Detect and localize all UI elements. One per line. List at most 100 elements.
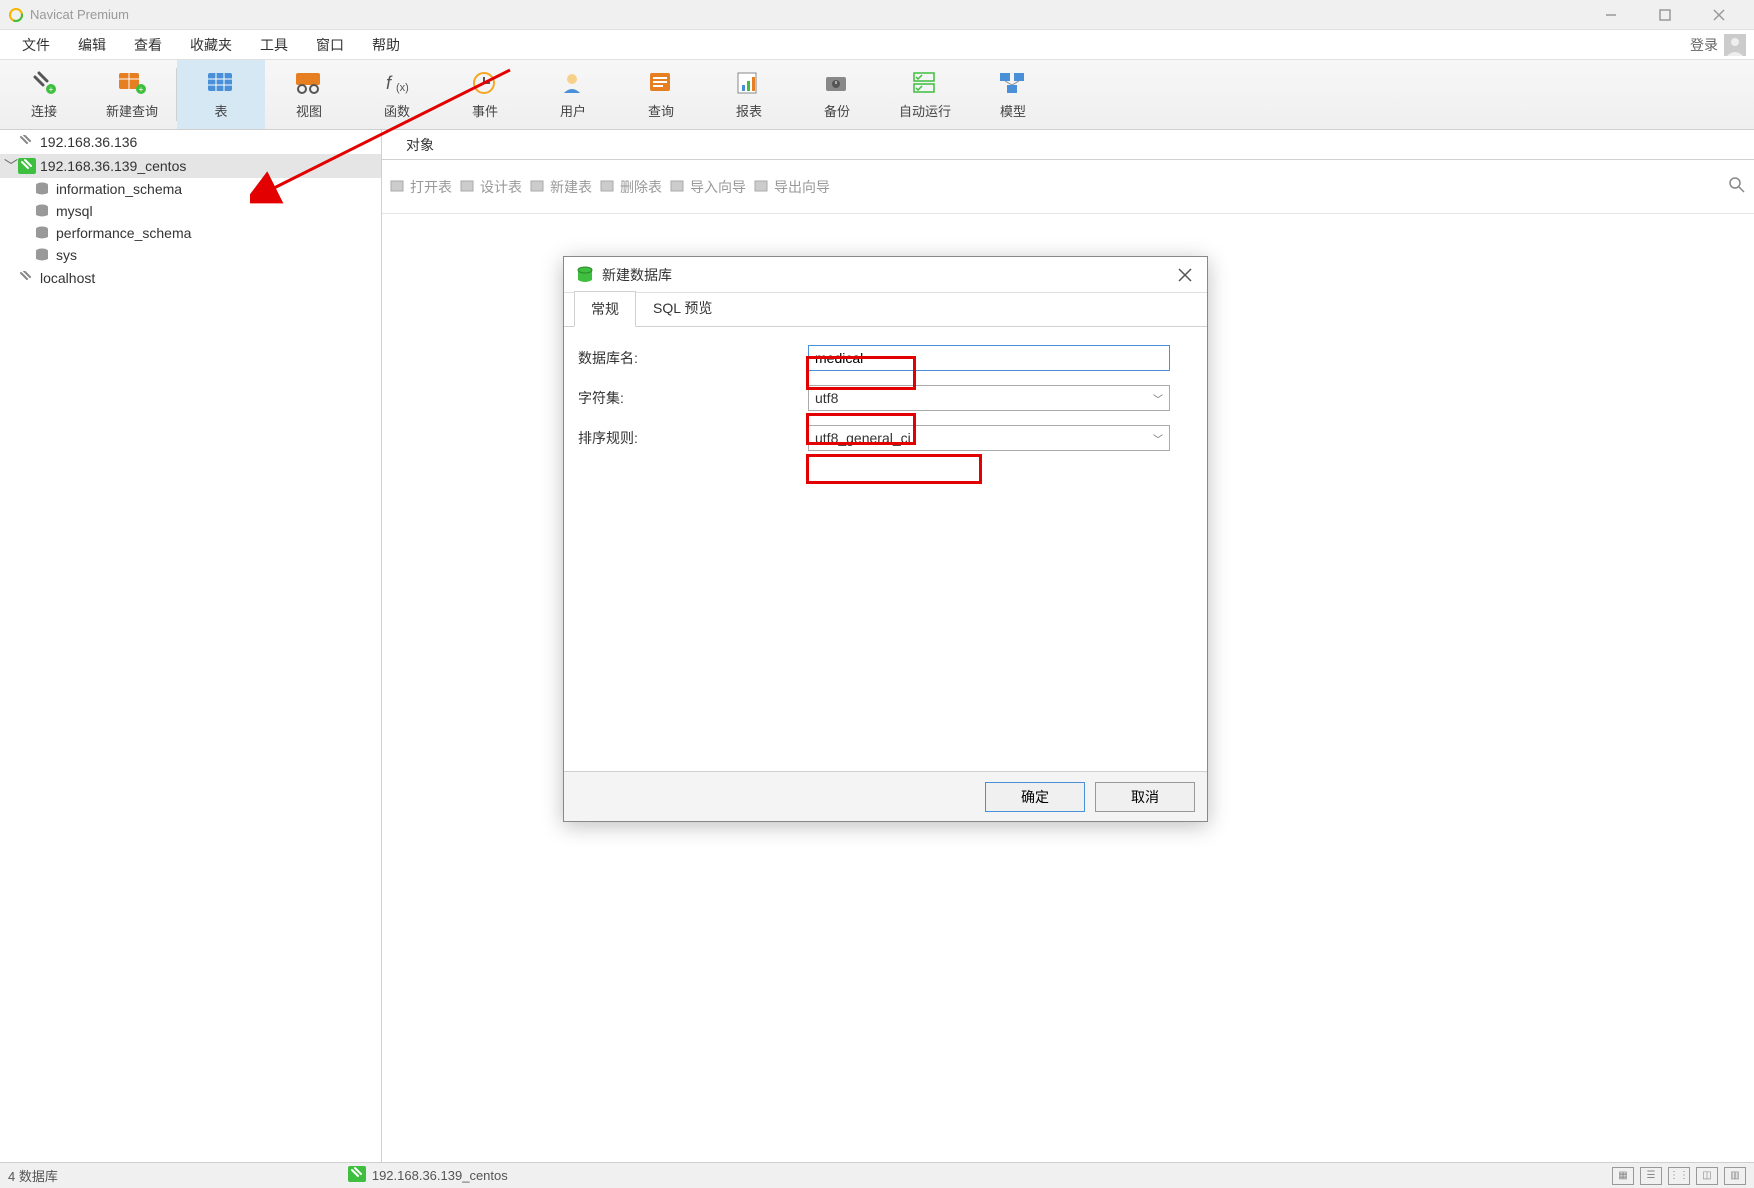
query-icon bbox=[646, 69, 676, 97]
database-item[interactable]: mysql bbox=[0, 200, 381, 222]
database-icon bbox=[576, 266, 594, 284]
toolbar-label: 新建查询 bbox=[106, 101, 158, 120]
plug-icon: + bbox=[29, 69, 59, 97]
view-grid-icon[interactable]: ▦ bbox=[1612, 1167, 1634, 1185]
function-icon: f(x) bbox=[382, 69, 412, 97]
toolbar-label: 自动运行 bbox=[899, 101, 951, 120]
dialog-body: 数据库名: 字符集: utf8 ﹀ 排序规则: utf8_general_ci … bbox=[564, 327, 1207, 771]
user-icon bbox=[558, 69, 588, 97]
report-icon bbox=[734, 69, 764, 97]
toolbar-query[interactable]: 查询 bbox=[617, 60, 705, 129]
database-label: performance_schema bbox=[56, 225, 191, 241]
database-item[interactable]: information_schema bbox=[0, 178, 381, 200]
chevron-down-icon[interactable]: ﹀ bbox=[4, 156, 18, 176]
connection-item[interactable]: 192.168.36.136 bbox=[0, 130, 381, 154]
window-close-icon[interactable] bbox=[1704, 0, 1734, 30]
label-collation: 排序规则: bbox=[578, 428, 808, 448]
toolbar-model[interactable]: 模型 bbox=[969, 60, 1057, 129]
database-label: sys bbox=[56, 247, 77, 263]
toolbar-user[interactable]: 用户 bbox=[529, 60, 617, 129]
database-item[interactable]: performance_schema bbox=[0, 222, 381, 244]
window-minimize-icon[interactable] bbox=[1596, 0, 1626, 30]
collation-value: utf8_general_ci bbox=[815, 430, 1153, 446]
open-table-button[interactable]: 打开表 bbox=[390, 177, 452, 197]
connection-label: 192.168.36.139_centos bbox=[40, 158, 186, 174]
plug-icon bbox=[18, 134, 36, 150]
new-database-dialog: 新建数据库 常规 SQL 预览 数据库名: 字符集: utf8 ﹀ 排序规则: … bbox=[563, 256, 1208, 822]
search-icon[interactable] bbox=[1728, 176, 1746, 197]
new-table-button[interactable]: 新建表 bbox=[530, 177, 592, 197]
tab-sql-preview[interactable]: SQL 预览 bbox=[636, 290, 729, 326]
database-label: information_schema bbox=[56, 181, 182, 197]
menu-favorites[interactable]: 收藏夹 bbox=[176, 31, 246, 59]
svg-text:f: f bbox=[386, 73, 393, 93]
tab-label: 对象 bbox=[406, 135, 434, 155]
status-connection: 192.168.36.139_centos bbox=[372, 1168, 508, 1183]
delete-table-button[interactable]: 删除表 bbox=[600, 177, 662, 197]
dialog-footer: 确定 取消 bbox=[564, 771, 1207, 821]
automation-icon bbox=[910, 69, 940, 97]
toolbar-table[interactable]: 表 bbox=[177, 60, 265, 129]
tab-general[interactable]: 常规 bbox=[574, 291, 636, 327]
menu-tools[interactable]: 工具 bbox=[246, 31, 302, 59]
view-side-icon[interactable]: ▥ bbox=[1724, 1167, 1746, 1185]
database-name-input[interactable] bbox=[808, 345, 1170, 371]
menu-view[interactable]: 查看 bbox=[120, 31, 176, 59]
menu-edit[interactable]: 编辑 bbox=[64, 31, 120, 59]
chevron-down-icon: ﹀ bbox=[1153, 391, 1163, 406]
toolbar-label: 函数 bbox=[384, 101, 410, 120]
view-panel-icon[interactable]: ◫ bbox=[1696, 1167, 1718, 1185]
cancel-button[interactable]: 取消 bbox=[1095, 782, 1195, 812]
ok-button[interactable]: 确定 bbox=[985, 782, 1085, 812]
connection-item[interactable]: localhost bbox=[0, 266, 381, 290]
toolbar-label: 报表 bbox=[736, 101, 762, 120]
toolbar-new-query[interactable]: + 新建查询 bbox=[88, 60, 176, 129]
user-avatar-icon[interactable] bbox=[1724, 34, 1746, 56]
app-logo-icon bbox=[8, 7, 24, 23]
toolbar-backup[interactable]: 备份 bbox=[793, 60, 881, 129]
collation-select[interactable]: utf8_general_ci ﹀ bbox=[808, 425, 1170, 451]
menu-file[interactable]: 文件 bbox=[8, 31, 64, 59]
label-db-name: 数据库名: bbox=[578, 348, 808, 368]
toolbar-event[interactable]: 事件 bbox=[441, 60, 529, 129]
toolbar-label: 模型 bbox=[1000, 101, 1026, 120]
status-db-count: 4 数据库 bbox=[8, 1166, 58, 1185]
table-icon bbox=[206, 69, 236, 97]
svg-text:(x): (x) bbox=[396, 82, 409, 94]
toolbar-report[interactable]: 报表 bbox=[705, 60, 793, 129]
view-list-icon[interactable]: ☰ bbox=[1640, 1167, 1662, 1185]
export-wizard-button[interactable]: 导出向导 bbox=[754, 177, 830, 197]
object-tab[interactable]: 对象 bbox=[382, 130, 1754, 160]
menu-window[interactable]: 窗口 bbox=[302, 31, 358, 59]
toolbar-view[interactable]: 视图 bbox=[265, 60, 353, 129]
view-detail-icon[interactable]: ⋮⋮ bbox=[1668, 1167, 1690, 1185]
toolbar-label: 用户 bbox=[560, 101, 586, 120]
connection-label: localhost bbox=[40, 270, 95, 286]
menu-help[interactable]: 帮助 bbox=[358, 31, 414, 59]
charset-select[interactable]: utf8 ﹀ bbox=[808, 385, 1170, 411]
model-icon bbox=[998, 69, 1028, 97]
main-toolbar: + 连接 + 新建查询 表 视图 f(x) 函数 事件 用户 查询 报表 备份 … bbox=[0, 60, 1754, 130]
dialog-titlebar[interactable]: 新建数据库 bbox=[564, 257, 1207, 293]
clock-icon bbox=[470, 69, 500, 97]
connection-item-active[interactable]: ﹀ 192.168.36.139_centos bbox=[0, 154, 381, 178]
dialog-title: 新建数据库 bbox=[602, 265, 1175, 285]
toolbar-label: 查询 bbox=[648, 101, 674, 120]
toolbar-function[interactable]: f(x) 函数 bbox=[353, 60, 441, 129]
table-plus-icon: + bbox=[117, 69, 147, 97]
toolbar-automation[interactable]: 自动运行 bbox=[881, 60, 969, 129]
view-icon bbox=[294, 69, 324, 97]
database-item[interactable]: sys bbox=[0, 244, 381, 266]
app-title: Navicat Premium bbox=[30, 7, 1596, 22]
dialog-close-icon[interactable] bbox=[1175, 265, 1195, 285]
svg-text:+: + bbox=[49, 85, 54, 94]
login-link[interactable]: 登录 bbox=[1690, 35, 1718, 55]
design-table-button[interactable]: 设计表 bbox=[460, 177, 522, 197]
import-wizard-button[interactable]: 导入向导 bbox=[670, 177, 746, 197]
connection-label: 192.168.36.136 bbox=[40, 134, 137, 150]
toolbar-label: 事件 bbox=[472, 101, 498, 120]
database-icon bbox=[34, 182, 52, 196]
window-maximize-icon[interactable] bbox=[1650, 0, 1680, 30]
plug-icon bbox=[18, 158, 36, 174]
toolbar-connection[interactable]: + 连接 bbox=[0, 60, 88, 129]
